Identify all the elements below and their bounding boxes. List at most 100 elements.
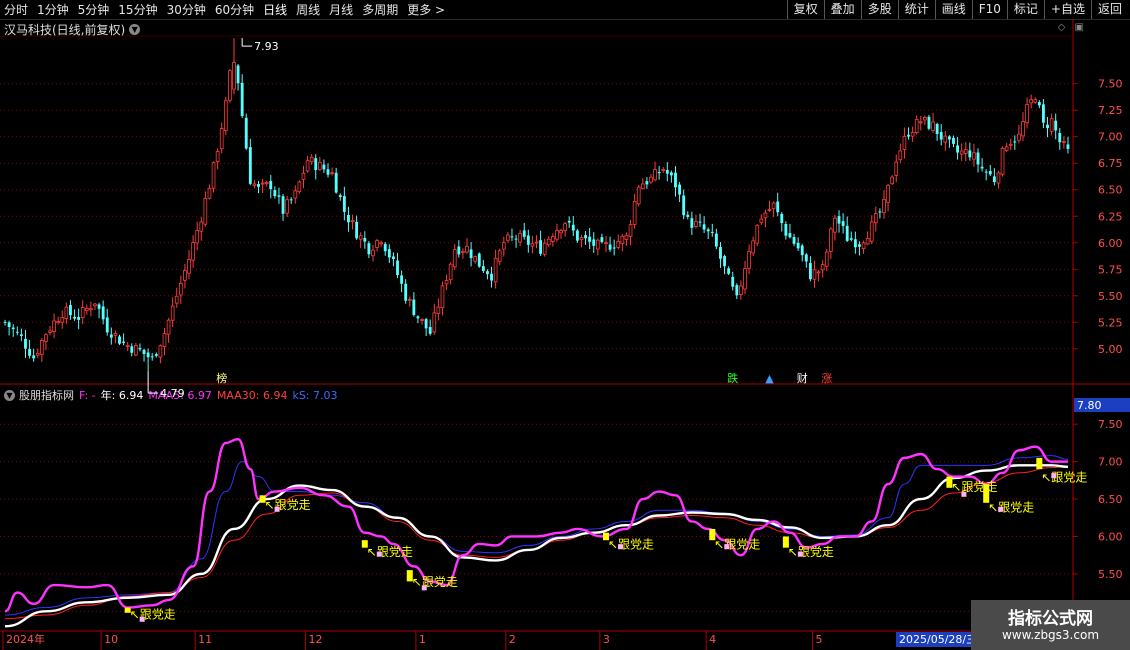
candle [501,236,506,257]
candle [404,279,408,304]
candles [3,38,1070,372]
candle-body [861,242,866,249]
signal-dot [274,506,280,512]
main-tick-label: 6.00 [1098,237,1123,250]
candle-body [448,263,453,281]
candle-body [289,199,293,201]
candle-body [890,176,894,185]
candle-body [367,243,371,255]
candle [612,239,616,256]
candle-body [682,195,686,216]
candle [473,255,478,264]
signal-dot [797,551,803,557]
candle [7,320,11,336]
candle [829,226,833,259]
candle-body [865,237,870,245]
candle [882,190,886,219]
candle [980,158,984,172]
candle [48,325,52,336]
candle [428,319,432,336]
candle-body [97,304,101,309]
candle [461,248,465,259]
candle-body [444,280,449,285]
candle [60,310,65,329]
candle-body [285,199,289,214]
candle [588,227,592,249]
candle-body [1058,132,1062,143]
candle [371,244,375,262]
indicator-tick-label: 5.50 [1098,568,1123,581]
time-label: 10 [104,633,118,646]
candle [710,223,714,237]
candle-body [1041,104,1045,123]
main-tick-label: 7.25 [1098,104,1123,117]
candle [833,214,837,241]
candle [567,216,571,228]
candle-body [808,263,812,280]
candle-body [530,243,535,247]
candle-body [461,250,465,253]
candle [952,135,955,148]
candle-body [363,238,367,242]
signal-label: ↖跟党走 [1041,469,1087,484]
candle-body [563,223,567,231]
candle-body [624,234,629,240]
event-marker: 跌 [727,371,738,385]
candle-body [219,128,224,150]
candle-body [69,305,72,316]
candle [992,168,996,186]
candle [1033,97,1038,104]
candle-body [882,198,886,214]
candle [387,244,391,263]
candle [947,135,951,148]
candle-body [305,160,310,172]
candle-body [759,218,764,223]
candle [886,183,890,212]
candle-body [314,158,318,171]
candle [452,244,457,270]
candle-body [383,243,387,252]
candle [11,324,15,337]
candle-body [710,231,714,233]
axis-highlight-label: 7.80 [1077,399,1102,412]
candle [506,232,510,243]
candle-body [931,121,935,131]
candle-body [264,181,269,185]
candle [264,180,269,187]
candle [869,215,874,245]
candle-body [747,250,751,269]
candle-body [109,334,113,338]
candle-body [959,150,964,155]
candle-body [804,254,808,262]
candle-body [776,201,780,213]
candle [244,113,248,150]
candle [686,211,690,220]
candle [56,316,61,325]
signal-bar [1036,457,1043,470]
candle [150,352,154,361]
candle [211,161,216,193]
stock-chart[interactable]: 5.00 5.25 5.50 5.75 6.00 6.25 6.50 6.75 7.00 7.25… [0,0,1130,650]
candle [694,214,698,229]
candle-body [73,316,76,319]
candle [878,208,882,219]
candle [837,210,841,233]
candle-body [473,256,478,262]
candle [579,234,584,248]
candle [101,300,105,325]
series-line-f [4,464,1068,628]
candle [420,318,424,325]
candle-body [375,240,379,248]
candle [820,260,825,278]
candle-body [539,240,543,254]
candle-body [935,123,939,135]
candle-body [1025,104,1029,124]
event-marker: 涨 [821,372,832,385]
candle-body [396,260,399,276]
candle [363,231,367,249]
candle-body [32,355,36,359]
candle [497,248,502,266]
time-label: 1 [419,633,426,646]
candle [751,236,756,257]
candle-body [24,338,27,349]
